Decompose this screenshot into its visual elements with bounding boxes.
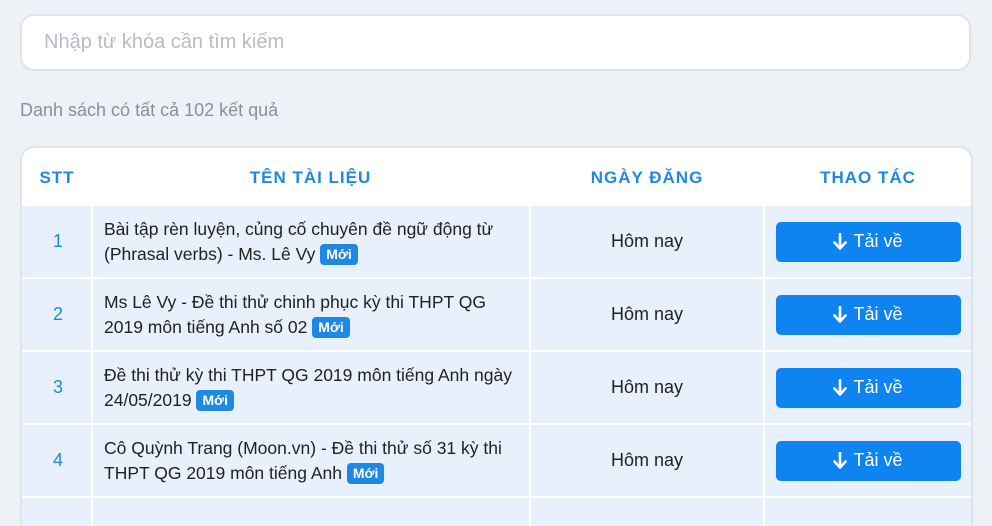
result-summary: Danh sách có tất cả 102 kết quả [20,100,279,120]
row-index: 4 [25,425,91,496]
row-title-cell: Ms Lê Vy - Đề thi thử chinh phục kỳ thi … [92,279,529,350]
download-label: Tải về [853,231,903,251]
new-badge: Mới [312,316,350,338]
row-date: Hôm nay [531,425,763,496]
download-label: Tải về [853,450,903,470]
table-row: 2 Ms Lê Vy - Đề thi thử chinh phục kỳ th… [22,279,971,350]
header-name: TÊN TÀI LIỆU [249,168,372,187]
document-title-link[interactable]: Cô Quỳnh Trang (Moon.vn) - Đề thi thử số… [104,438,502,483]
row-index: 2 [25,279,91,350]
row-index: 1 [25,206,91,277]
download-label: Tải về [853,377,903,397]
new-badge: Mới [346,462,385,484]
download-button[interactable]: Tải về [775,440,961,481]
row-action-cell: Tải về [765,279,971,350]
download-button[interactable]: Tải về [775,367,961,408]
header-stt: STT [39,168,75,187]
new-badge: Mới [196,389,234,411]
row-title-cell: Đề thi thử kỳ thi THPT QG 2019 môn tiếng… [92,352,529,423]
document-title-link[interactable]: Bài tập rèn luyện, củng cố chuyên đề ngữ… [104,219,493,264]
table-row: 4 Cô Quỳnh Trang (Moon.vn) - Đề thi thử … [22,425,971,496]
row-date: Hôm nay [531,279,763,350]
row-title-cell: Cô Quỳnh Trang (Moon.vn) - Đề thi thử số… [92,425,529,496]
arrow-down-icon [833,451,848,470]
new-badge: Mới [320,243,358,265]
download-button[interactable]: Tải về [775,221,961,262]
search-box[interactable] [20,14,971,71]
row-action-cell: Tải về [765,206,971,277]
table-row [22,498,971,526]
document-title-link[interactable]: Ms Lê Vy - Đề thi thử chinh phục kỳ thi … [104,292,486,337]
table-row: 1 Bài tập rèn luyện, củng cố chuyên đề n… [22,206,971,277]
document-title-link[interactable]: Đề thi thử kỳ thi THPT QG 2019 môn tiếng… [104,365,512,410]
download-label: Tải về [853,304,903,324]
search-input[interactable] [42,30,969,55]
row-action-cell: Tải về [765,352,971,423]
table-row: 3 Đề thi thử kỳ thi THPT QG 2019 môn tiế… [22,352,971,423]
row-title-cell: Bài tập rèn luyện, củng cố chuyên đề ngữ… [92,206,529,277]
arrow-down-icon [833,232,848,251]
row-action-cell: Tải về [765,425,971,496]
header-date: NGÀY ĐĂNG [590,168,704,187]
arrow-down-icon [833,305,848,324]
documents-table: STT TÊN TÀI LIỆU NGÀY ĐĂNG THAO TÁC 1 Bà… [20,146,973,526]
arrow-down-icon [833,378,848,397]
table-header: STT TÊN TÀI LIỆU NGÀY ĐĂNG THAO TÁC [22,148,971,206]
header-action: THAO TÁC [820,168,916,187]
download-button[interactable]: Tải về [775,294,961,335]
row-index: 3 [25,352,91,423]
row-date: Hôm nay [531,206,763,277]
row-date: Hôm nay [531,352,763,423]
